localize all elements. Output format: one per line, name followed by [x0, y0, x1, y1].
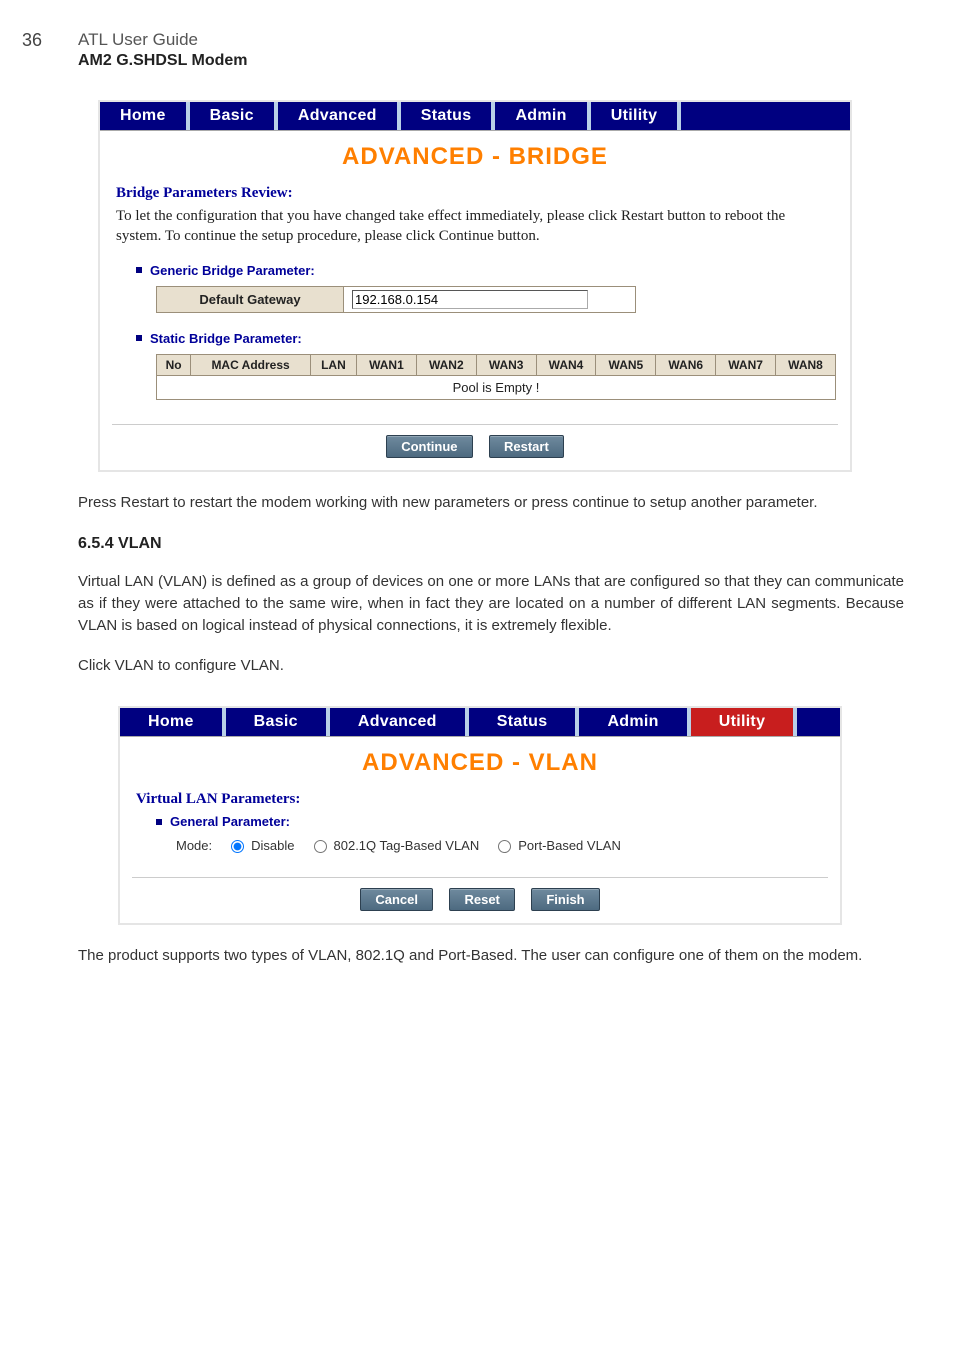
static-label: Static Bridge Parameter: — [150, 331, 302, 346]
tab-status[interactable]: Status — [401, 102, 496, 130]
mode-row: Mode: Disable 802.1Q Tag-Based VLAN Port… — [176, 837, 824, 853]
radio-tag-label: 802.1Q Tag-Based VLAN — [334, 838, 480, 853]
generic-param-table: Default Gateway — [156, 286, 636, 313]
divider — [112, 424, 838, 425]
tab-bar-2: Home Basic Advanced Status Admin Utility — [120, 708, 840, 737]
static-bullet: Static Bridge Parameter: — [136, 331, 834, 346]
generic-label: Generic Bridge Parameter: — [150, 263, 315, 278]
tab-basic-2[interactable]: Basic — [226, 708, 330, 736]
tab-admin[interactable]: Admin — [495, 102, 590, 130]
doc-header-line1: ATL User Guide — [78, 30, 904, 50]
col-wan4: WAN4 — [536, 354, 596, 375]
col-lan: LAN — [310, 354, 356, 375]
default-gateway-label: Default Gateway — [157, 286, 344, 312]
default-gateway-cell — [344, 286, 636, 312]
general-bullet: General Parameter: — [156, 814, 824, 829]
reset-button[interactable]: Reset — [449, 888, 514, 911]
tab-utility[interactable]: Utility — [591, 102, 682, 130]
general-label: General Parameter: — [170, 814, 290, 829]
radio-disable-input[interactable] — [231, 840, 244, 853]
radio-port[interactable]: Port-Based VLAN — [493, 837, 621, 853]
restart-button[interactable]: Restart — [489, 435, 564, 458]
bullet-icon — [136, 335, 142, 341]
radio-disable-label: Disable — [251, 838, 294, 853]
tab-basic[interactable]: Basic — [190, 102, 278, 130]
radio-port-label: Port-Based VLAN — [518, 838, 621, 853]
col-wan5: WAN5 — [596, 354, 656, 375]
vlan-screenshot: Home Basic Advanced Status Admin Utility… — [118, 706, 842, 925]
bridge-button-row: Continue Restart — [100, 435, 850, 458]
vlan-subhead: Virtual LAN Parameters: — [136, 791, 824, 808]
para-footer: The product supports two types of VLAN, … — [78, 945, 904, 967]
tab-utility-2[interactable]: Utility — [691, 708, 798, 736]
radio-port-input[interactable] — [498, 840, 511, 853]
para-vlan-desc: Virtual LAN (VLAN) is defined as a group… — [78, 571, 904, 636]
generic-bullet: Generic Bridge Parameter: — [136, 263, 834, 278]
col-wan2: WAN2 — [416, 354, 476, 375]
vlan-title: ADVANCED - VLAN — [120, 749, 840, 777]
para-vlan-click: Click VLAN to configure VLAN. — [78, 655, 904, 677]
default-gateway-input[interactable] — [352, 290, 588, 309]
tab-admin-2[interactable]: Admin — [579, 708, 690, 736]
mode-label: Mode: — [176, 838, 212, 853]
bridge-title: ADVANCED - BRIDGE — [100, 143, 850, 171]
pool-empty-row: Pool is Empty ! — [157, 375, 836, 399]
tab-home-2[interactable]: Home — [120, 708, 226, 736]
doc-header-line2: AM2 G.SHDSL Modem — [78, 52, 904, 70]
static-bridge-table: No MAC Address LAN WAN1 WAN2 WAN3 WAN4 W… — [156, 354, 836, 400]
col-wan7: WAN7 — [716, 354, 776, 375]
cancel-button[interactable]: Cancel — [360, 888, 433, 911]
tab-home[interactable]: Home — [100, 102, 190, 130]
continue-button[interactable]: Continue — [386, 435, 472, 458]
tab-spacer — [681, 102, 850, 130]
tab-advanced[interactable]: Advanced — [278, 102, 401, 130]
para-restart: Press Restart to restart the modem worki… — [78, 492, 904, 514]
col-wan1: WAN1 — [357, 354, 417, 375]
tab-status-2[interactable]: Status — [469, 708, 580, 736]
divider-2 — [132, 877, 828, 878]
col-wan8: WAN8 — [776, 354, 836, 375]
vlan-button-row: Cancel Reset Finish — [120, 888, 840, 911]
col-mac: MAC Address — [191, 354, 311, 375]
bullet-icon — [156, 819, 162, 825]
radio-tag[interactable]: 802.1Q Tag-Based VLAN — [309, 837, 480, 853]
section-head-vlan: 6.5.4 VLAN — [78, 535, 904, 553]
bridge-subhead: Bridge Parameters Review: — [116, 185, 834, 202]
radio-tag-input[interactable] — [314, 840, 327, 853]
col-no: No — [157, 354, 191, 375]
radio-disable[interactable]: Disable — [226, 837, 294, 853]
tab-advanced-2[interactable]: Advanced — [330, 708, 469, 736]
page-number: 36 — [22, 30, 42, 51]
bridge-screenshot: Home Basic Advanced Status Admin Utility… — [98, 100, 852, 472]
col-wan3: WAN3 — [476, 354, 536, 375]
bullet-icon — [136, 267, 142, 273]
finish-button[interactable]: Finish — [531, 888, 599, 911]
col-wan6: WAN6 — [656, 354, 716, 375]
tab-bar: Home Basic Advanced Status Admin Utility — [100, 102, 850, 131]
bridge-desc: To let the configuration that you have c… — [116, 206, 834, 247]
